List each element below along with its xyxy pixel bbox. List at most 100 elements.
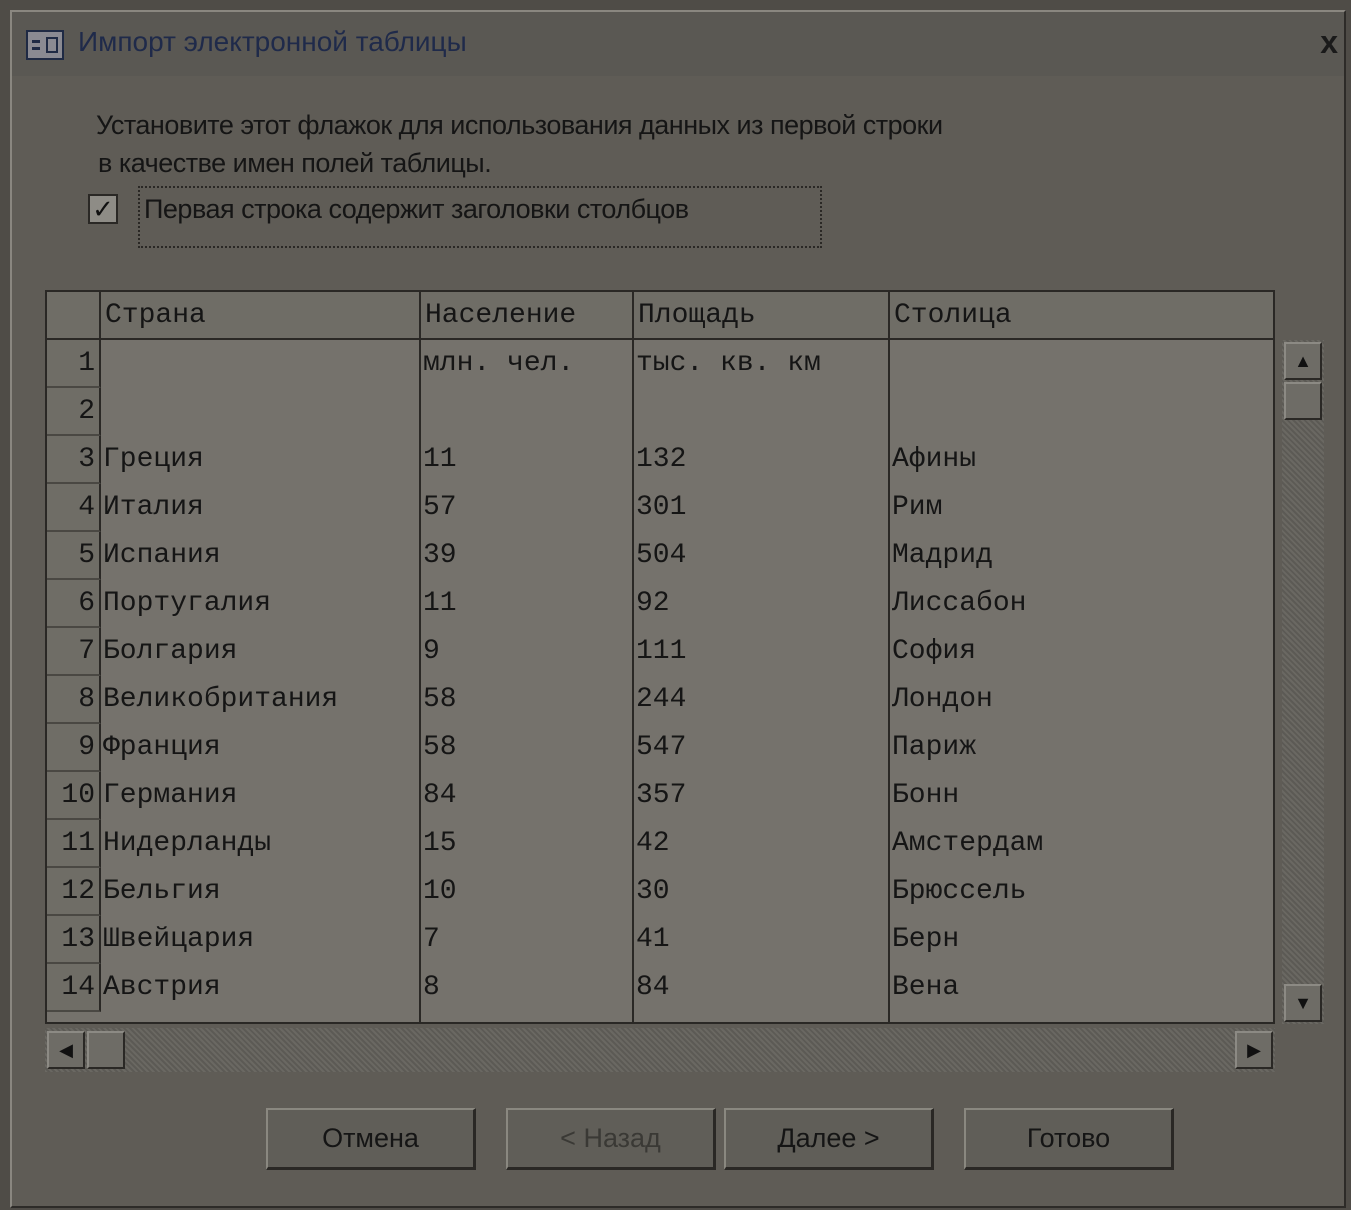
cell-population: 58: [423, 684, 457, 715]
cell-country: Швейцария: [103, 924, 255, 955]
cell-country: Франция: [103, 732, 221, 763]
cell-country: Болгария: [103, 636, 238, 667]
cell-area: 42: [636, 828, 670, 859]
column-divider: [632, 340, 634, 1022]
column-header-population[interactable]: Население: [421, 292, 634, 340]
cell-country: Нидерланды: [103, 828, 272, 859]
cell-capital: Рим: [892, 492, 943, 523]
vertical-scrollbar[interactable]: ▲ ▼: [1282, 340, 1324, 1024]
cell-country: Бельгия: [103, 876, 221, 907]
cell-population: 39: [423, 540, 457, 571]
scroll-left-icon[interactable]: ◀: [47, 1031, 85, 1069]
cell-capital: София: [892, 636, 977, 667]
cell-population: 8: [423, 972, 440, 1003]
cell-capital: Лондон: [892, 684, 993, 715]
cell-country: Италия: [103, 492, 204, 523]
cell-area: 92: [636, 588, 670, 619]
cell-population: 7: [423, 924, 440, 955]
cell-population: [423, 388, 630, 436]
cell-population: 10: [423, 876, 457, 907]
row-number[interactable]: 14: [47, 964, 101, 1012]
scroll-up-icon[interactable]: ▲: [1284, 342, 1322, 380]
row-number[interactable]: 1: [47, 340, 101, 388]
import-spreadsheet-dialog: Импорт электронной таблицы x Установите …: [10, 10, 1346, 1208]
column-divider: [888, 340, 890, 1022]
checkbox-label-text: Первая строка содержит заголовки столбцо…: [144, 194, 689, 224]
cell-population: 57: [423, 492, 457, 523]
instruction-line-2: в качестве имен полей таблицы.: [98, 148, 492, 178]
scroll-right-icon[interactable]: ▶: [1235, 1031, 1273, 1069]
row-number[interactable]: 6: [47, 580, 101, 628]
row-number[interactable]: 10: [47, 772, 101, 820]
row-number[interactable]: 7: [47, 628, 101, 676]
cell-country: Португалия: [103, 588, 272, 619]
first-row-headers-label[interactable]: Первая строка содержит заголовки столбцо…: [138, 186, 822, 248]
instruction-line-1: Установите этот флажок для использования…: [96, 110, 943, 140]
scroll-down-icon[interactable]: ▼: [1284, 984, 1322, 1022]
cell-country: Германия: [103, 780, 238, 811]
cell-country: Греция: [103, 444, 204, 475]
cell-population: 9: [423, 636, 440, 667]
row-number[interactable]: 13: [47, 916, 101, 964]
cell-country: Испания: [103, 540, 221, 571]
row-number[interactable]: 3: [47, 436, 101, 484]
cell-population: 11: [423, 444, 457, 475]
cell-capital: [892, 340, 1272, 388]
cell-area: 301: [636, 492, 687, 523]
cell-area: 41: [636, 924, 670, 955]
cell-population: 15: [423, 828, 457, 859]
horizontal-scroll-thumb[interactable]: [87, 1031, 125, 1069]
cell-capital: Бонн: [892, 780, 960, 811]
column-header-capital[interactable]: Столица: [890, 292, 1273, 340]
cell-area: 547: [636, 732, 687, 763]
close-icon[interactable]: x: [1320, 24, 1338, 61]
cell-area: 244: [636, 684, 687, 715]
column-header-area[interactable]: Площадь: [634, 292, 890, 340]
instruction-text: Установите этот флажок для использования…: [96, 106, 943, 182]
column-header-country[interactable]: Страна: [101, 292, 421, 340]
cell-capital: Амстердам: [892, 828, 1044, 859]
row-number[interactable]: 4: [47, 484, 101, 532]
cell-area: 132: [636, 444, 687, 475]
cell-capital: Вена: [892, 972, 960, 1003]
vertical-scroll-thumb[interactable]: [1284, 382, 1322, 420]
cell-capital: Мадрид: [892, 540, 993, 571]
column-divider: [419, 340, 421, 1022]
row-number[interactable]: 12: [47, 868, 101, 916]
row-number[interactable]: 11: [47, 820, 101, 868]
cancel-button[interactable]: Отмена: [266, 1108, 476, 1170]
data-preview-grid[interactable]: Страна Население Площадь Столица 1 млн. ч…: [45, 290, 1275, 1024]
back-button[interactable]: < Назад: [506, 1108, 716, 1170]
grid-corner: [47, 292, 101, 340]
cell-population: 11: [423, 588, 457, 619]
cell-capital: Брюссель: [892, 876, 1027, 907]
window-title: Импорт электронной таблицы: [78, 26, 467, 57]
form-icon: [26, 30, 64, 60]
cell-area: 111: [636, 636, 687, 667]
cell-capital: Париж: [892, 732, 977, 763]
horizontal-scrollbar[interactable]: ◀ ▶: [45, 1028, 1275, 1072]
cell-capital: Берн: [892, 924, 960, 955]
cell-area: [636, 388, 886, 436]
row-number[interactable]: 9: [47, 724, 101, 772]
cell-population: млн. чел.: [423, 348, 575, 379]
cell-area: 504: [636, 540, 687, 571]
next-button[interactable]: Далее >: [724, 1108, 934, 1170]
cell-capital: Афины: [892, 444, 977, 475]
row-number[interactable]: 5: [47, 532, 101, 580]
cell-population: 58: [423, 732, 457, 763]
cell-area: 357: [636, 780, 687, 811]
cell-country: [103, 340, 417, 388]
cell-area: 84: [636, 972, 670, 1003]
cell-country: Великобритания: [103, 684, 339, 715]
row-number[interactable]: 2: [47, 388, 101, 436]
cell-area: тыс. кв. км: [636, 348, 821, 379]
finish-button[interactable]: Готово: [964, 1108, 1174, 1170]
cell-country: Австрия: [103, 972, 221, 1003]
cell-area: 30: [636, 876, 670, 907]
cell-population: 84: [423, 780, 457, 811]
row-number[interactable]: 8: [47, 676, 101, 724]
first-row-headers-checkbox[interactable]: ✓: [88, 194, 118, 224]
cell-capital: Лиссабон: [892, 588, 1027, 619]
cell-country: [103, 388, 417, 436]
